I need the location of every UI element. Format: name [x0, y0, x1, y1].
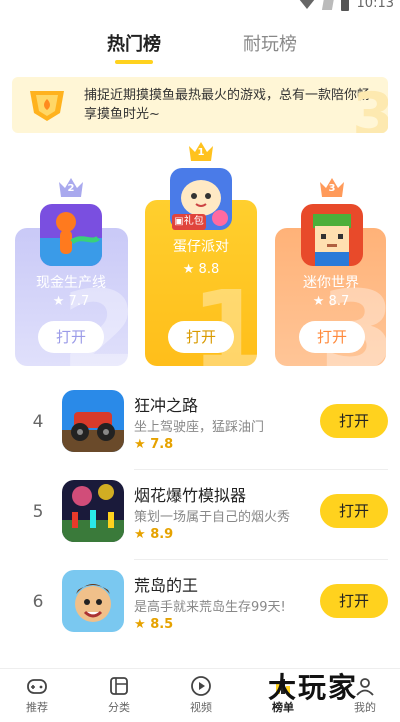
banner-text: 捕捉近期摸摸鱼最热最火的游戏，总有一款陪你畅享摸鱼时光~	[84, 88, 371, 122]
open-button[interactable]: 打开	[320, 404, 388, 438]
nav-label: 分类	[108, 701, 130, 714]
star-icon: ★	[134, 617, 146, 632]
tab-hot-label: 热门榜	[107, 34, 161, 55]
game-name: 狂冲之路	[134, 396, 199, 415]
open-button[interactable]: 打开	[320, 494, 388, 528]
list-item[interactable]: 6 荒岛的王 是高手就来荒岛生存99天! ★ 8.5 打开	[0, 560, 400, 650]
open-button[interactable]: 打开	[168, 321, 234, 353]
game-icon-mini-world[interactable]	[301, 204, 363, 266]
star-icon: ★	[134, 527, 146, 542]
rank-number: 5	[32, 502, 44, 522]
battery-icon	[340, 0, 349, 11]
game-desc: 策划一场属于自己的烟火秀	[134, 510, 291, 525]
watermark: 大玩家	[268, 671, 359, 704]
star-icon: ★	[134, 437, 146, 452]
nav-recommend[interactable]: 推荐	[7, 675, 67, 715]
game-icon-rush-road[interactable]	[62, 390, 124, 452]
game-rating: ★ 8.5	[134, 617, 174, 632]
status-time: 10:13	[356, 0, 394, 11]
podium-name-1: 蛋仔派对	[173, 239, 229, 255]
top-three-podium: 2 1 3 2 1 3 ▣礼包 现金生产线 蛋仔派对 迷你世界 ★ 7.7 ★ …	[0, 140, 400, 370]
ranking-banner: 捕捉近期摸摸鱼最热最火的游戏，总有一款陪你畅享摸鱼时光~ 3	[12, 77, 388, 133]
gift-badge: ▣礼包	[172, 214, 206, 230]
podium-rating-3: ★ 8.7	[312, 294, 350, 309]
game-rating: ★ 8.9	[134, 527, 174, 542]
crown-icon: 3	[319, 176, 345, 198]
category-icon	[110, 677, 128, 695]
open-button[interactable]: 打开	[320, 584, 388, 618]
banner-decoration: 3	[352, 80, 388, 133]
nav-label: 视频	[190, 701, 212, 714]
wifi-icon	[298, 0, 315, 9]
tab-durable-label: 耐玩榜	[243, 34, 297, 55]
game-icon-island-king[interactable]	[62, 570, 124, 632]
list-item[interactable]: 4 狂冲之路 坐上驾驶座，猛踩油门 ★ 7.8 打开	[0, 380, 400, 470]
open-button[interactable]: 打开	[38, 321, 104, 353]
game-desc: 是高手就来荒岛生存99天!	[134, 600, 286, 615]
crown-icon: 1	[188, 140, 214, 162]
sim-icon	[321, 0, 334, 10]
open-button[interactable]: 打开	[299, 321, 365, 353]
nav-video[interactable]: 视频	[171, 675, 231, 715]
rank-number: 4	[32, 412, 44, 432]
podium-rating-2: ★ 7.7	[52, 294, 90, 309]
ranking-tabs: 热门榜 耐玩榜	[0, 30, 400, 64]
star-icon: ★	[312, 294, 325, 309]
game-icon-fireworks[interactable]	[62, 480, 124, 542]
gift-icon: ▣	[174, 216, 184, 227]
podium-rating-1: ★ 8.8	[182, 262, 220, 277]
game-rating: ★ 7.8	[134, 437, 174, 452]
nav-label: 推荐	[26, 701, 48, 714]
list-item[interactable]: 5 烟花爆竹模拟器 策划一场属于自己的烟火秀 ★ 8.9 打开	[0, 470, 400, 560]
trophy-icon	[26, 87, 68, 123]
game-desc: 坐上驾驶座，猛踩油门	[134, 420, 265, 435]
crown-icon: 2	[58, 176, 84, 198]
star-icon: ★	[182, 262, 195, 277]
gamepad-icon	[27, 679, 47, 694]
rank-number: 6	[32, 592, 44, 612]
tab-durable[interactable]: 耐玩榜	[243, 30, 297, 56]
podium-name-2: 现金生产线	[36, 275, 106, 291]
game-name: 烟花爆竹模拟器	[134, 486, 247, 505]
nav-category[interactable]: 分类	[89, 675, 149, 715]
podium-name-3: 迷你世界	[303, 275, 359, 291]
star-icon: ★	[52, 294, 65, 309]
game-name: 荒岛的王	[134, 576, 199, 595]
status-bar: 10:13	[0, 0, 400, 16]
play-icon	[191, 676, 211, 696]
tab-hot[interactable]: 热门榜	[107, 30, 161, 64]
tab-active-indicator	[115, 60, 153, 64]
game-icon-cash-line[interactable]	[40, 204, 102, 266]
